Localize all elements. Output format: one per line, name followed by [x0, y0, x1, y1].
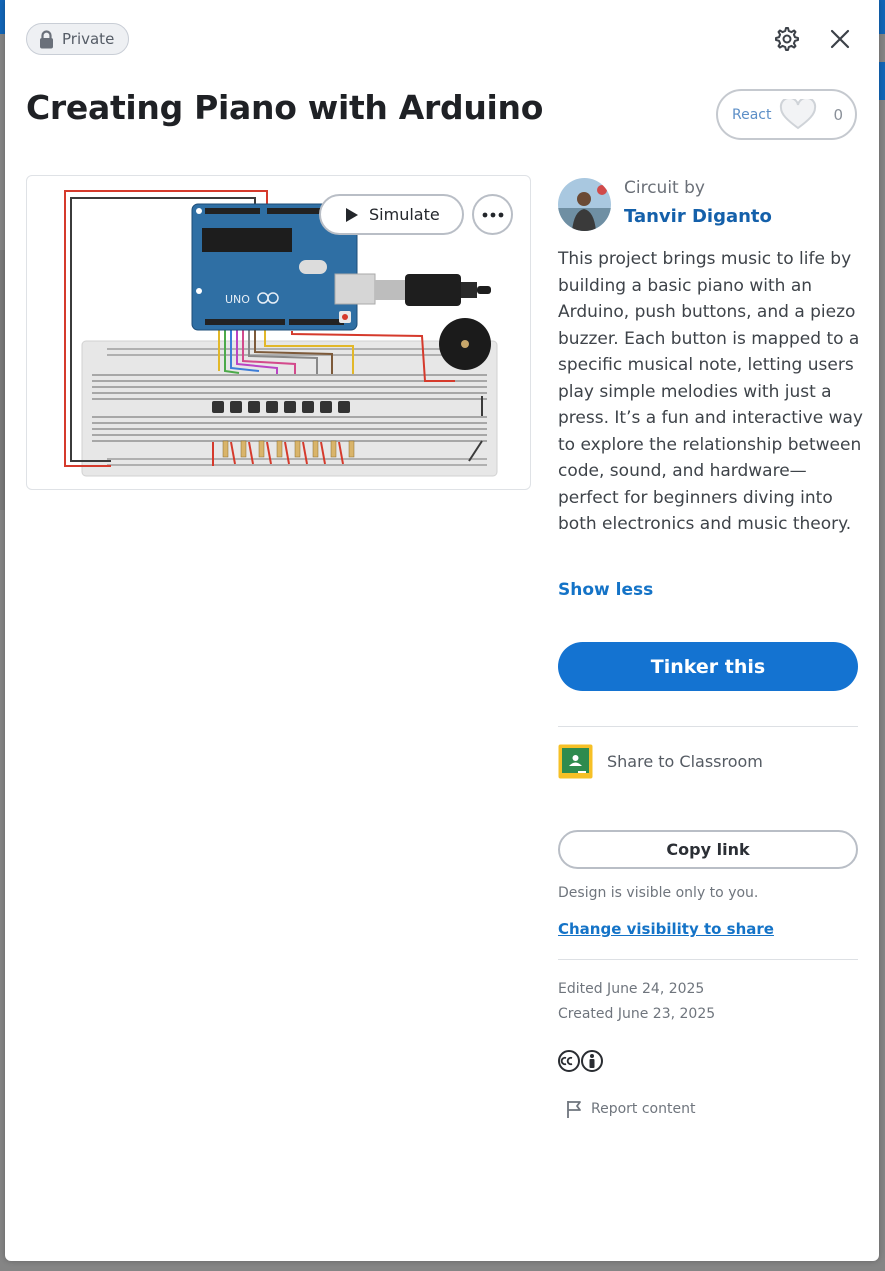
divider [558, 959, 858, 960]
edited-date: Edited June 24, 2025 [558, 981, 705, 997]
circuit-preview[interactable]: UNO Simulate [26, 175, 531, 490]
flag-icon [567, 1101, 581, 1118]
created-date: Created June 23, 2025 [558, 1006, 716, 1022]
heart-icon [780, 98, 817, 129]
project-description: This project brings music to life by bui… [558, 249, 863, 534]
copy-link-button[interactable]: Copy link [558, 830, 858, 869]
tinker-this-button[interactable]: Tinker this [558, 642, 858, 691]
more-options-button[interactable] [472, 194, 513, 235]
lock-icon [40, 29, 53, 48]
react-button[interactable]: React 0 [716, 89, 857, 140]
more-icon [482, 212, 503, 217]
close-button[interactable] [825, 24, 855, 54]
simulate-label: Simulate [369, 205, 440, 224]
change-visibility-link[interactable]: Change visibility to share [558, 920, 774, 938]
svg-text:UNO: UNO [225, 293, 250, 306]
creative-commons-icon [558, 1050, 603, 1072]
react-label: React [732, 106, 772, 123]
visibility-note: Design is visible only to you. [558, 885, 759, 901]
avatar-image [558, 178, 611, 231]
divider [558, 726, 858, 727]
author-avatar[interactable] [558, 178, 611, 231]
classroom-icon[interactable] [558, 744, 593, 779]
close-icon [830, 29, 850, 49]
report-content-label: Report content [591, 1101, 696, 1117]
gear-icon [775, 27, 799, 51]
author-prefix: Circuit by [624, 178, 705, 198]
show-less-link[interactable]: Show less [558, 580, 653, 600]
google-classroom-icon [558, 744, 593, 779]
author-name-link[interactable]: Tanvir Diganto [624, 206, 772, 227]
project-modal: Private Creating Piano with Arduino Reac… [5, 0, 879, 1261]
private-label: Private [62, 30, 115, 48]
private-badge[interactable]: Private [26, 23, 130, 55]
license-badge[interactable] [558, 1049, 604, 1073]
simulate-button[interactable]: Simulate [319, 194, 464, 235]
settings-button[interactable] [771, 24, 801, 54]
share-to-classroom-link[interactable]: Share to Classroom [607, 752, 763, 771]
report-content-link[interactable]: Report content [565, 1099, 695, 1119]
react-count: 0 [833, 105, 843, 124]
page-title: Creating Piano with Arduino [26, 88, 544, 127]
play-icon [346, 207, 358, 222]
